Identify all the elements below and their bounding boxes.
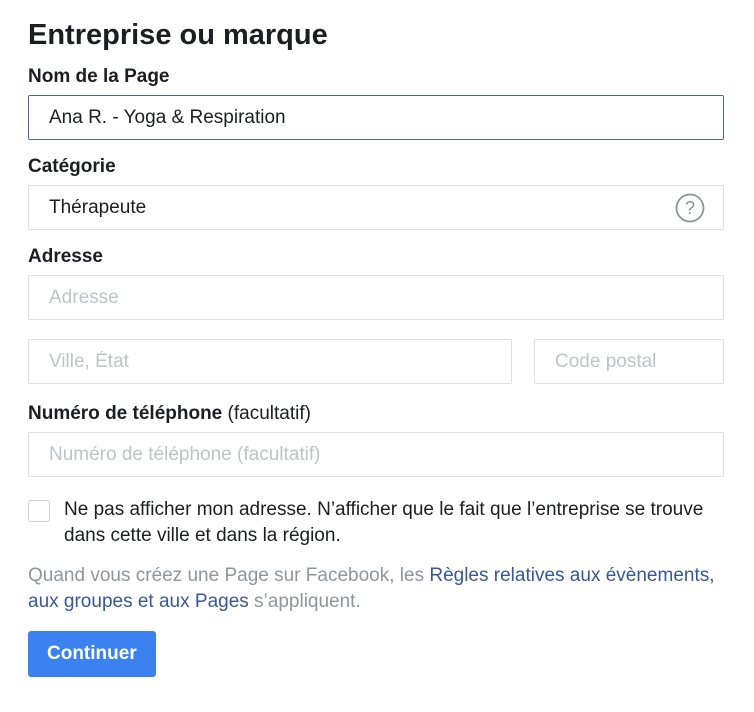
hide-address-text: Ne pas afficher mon adresse. N’afficher … xyxy=(64,499,704,546)
svg-text:?: ? xyxy=(685,198,695,218)
question-circle-icon[interactable]: ? xyxy=(675,193,705,223)
category-label: Catégorie xyxy=(28,156,116,177)
phone-label-text: Numéro de téléphone xyxy=(28,403,223,424)
hide-address-checkbox[interactable] xyxy=(28,500,50,522)
actions: Continuer xyxy=(28,631,724,677)
continue-button[interactable]: Continuer xyxy=(28,631,156,677)
phone-label: Numéro de téléphone (facultatif) xyxy=(28,403,724,425)
page-title: Entreprise ou marque xyxy=(28,19,328,51)
address-input[interactable] xyxy=(28,275,724,320)
business-form: Entreprise ou marque Nom de la Page Caté… xyxy=(28,18,724,677)
page-name-label: Nom de la Page xyxy=(28,66,170,87)
policy-suffix: s’appliquent. xyxy=(248,591,361,612)
address-label: Adresse xyxy=(28,246,103,267)
policy-prefix: Quand vous créez une Page sur Facebook, … xyxy=(28,565,430,586)
page-name-input[interactable] xyxy=(28,95,724,140)
phone-input[interactable] xyxy=(28,432,724,477)
category-value: Thérapeute xyxy=(49,196,147,218)
zip-code-input[interactable] xyxy=(534,339,724,384)
policy-notice: Quand vous créez une Page sur Facebook, … xyxy=(28,563,724,615)
category-select[interactable]: Thérapeute ? xyxy=(28,185,724,230)
hide-address-row: Ne pas afficher mon adresse. N’afficher … xyxy=(28,497,724,549)
city-state-input[interactable] xyxy=(28,339,512,384)
phone-optional-text: (facultatif) xyxy=(227,403,311,424)
city-zip-row xyxy=(28,339,724,384)
